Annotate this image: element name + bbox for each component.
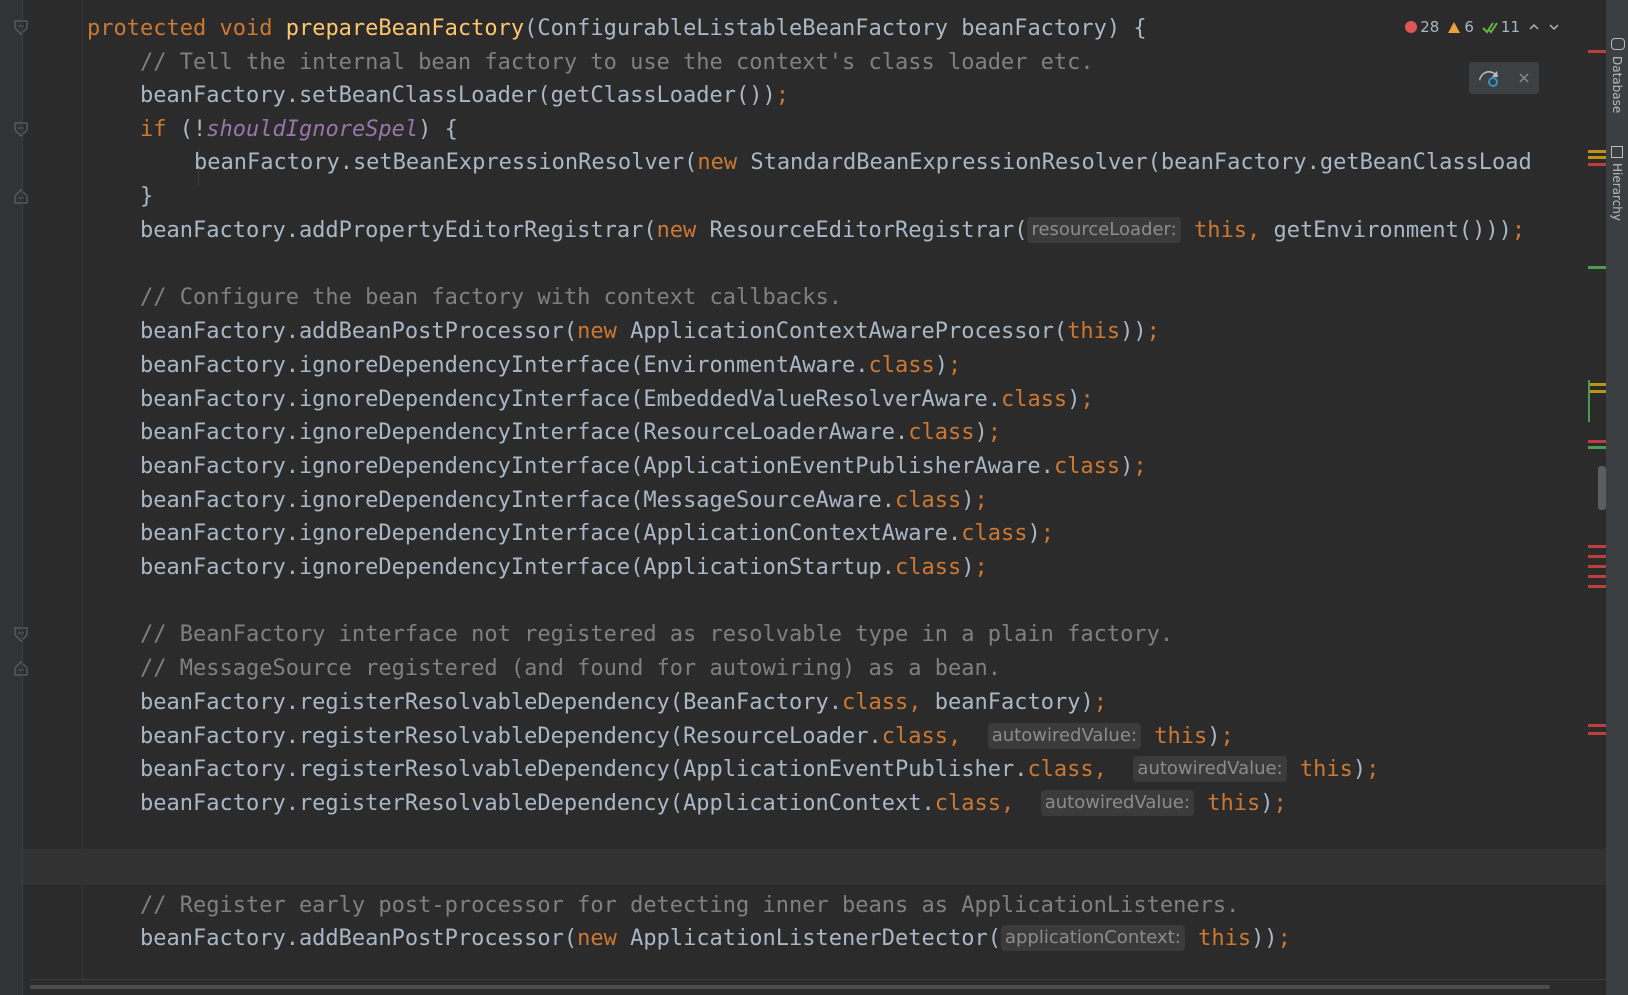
code-line[interactable]: if (!shouldIgnoreSpel) { — [23, 112, 1606, 147]
code-line[interactable]: } — [23, 179, 1606, 214]
horizontal-scroll-thumb[interactable] — [30, 985, 1550, 989]
code-line[interactable]: beanFactory.registerResolvableDependency… — [23, 752, 1606, 787]
editor-gutter — [0, 0, 28, 995]
code-line[interactable]: // Tell the internal bean factory to use… — [23, 45, 1606, 80]
errors-count[interactable]: 28 — [1405, 18, 1439, 36]
floating-notification[interactable] — [1469, 62, 1539, 94]
error-mark[interactable] — [1588, 545, 1606, 548]
database-icon[interactable] — [1611, 38, 1625, 50]
error-icon — [1405, 21, 1418, 33]
code-line[interactable]: protected void prepareBeanFactory(Config… — [23, 11, 1606, 46]
error-mark[interactable] — [1588, 565, 1606, 568]
ok-count[interactable]: 11 — [1482, 18, 1520, 36]
chevron-up-icon[interactable] — [1528, 22, 1540, 32]
change-bar[interactable] — [1588, 380, 1590, 422]
parameter-hint: applicationContext: — [1000, 925, 1185, 951]
code-line[interactable]: // BeanFactory interface not registered … — [23, 617, 1606, 652]
error-mark[interactable] — [1588, 585, 1606, 588]
error-mark[interactable] — [1588, 163, 1606, 166]
code-line[interactable]: // MessageSource registered (and found f… — [23, 651, 1606, 686]
warning-mark[interactable] — [1588, 390, 1606, 393]
warning-icon — [1448, 21, 1461, 33]
code-line[interactable]: beanFactory.ignoreDependencyInterface(En… — [23, 348, 1606, 383]
warning-mark[interactable] — [1588, 150, 1606, 153]
code-line[interactable]: beanFactory.ignoreDependencyInterface(Ap… — [23, 449, 1606, 484]
change-mark[interactable] — [1588, 446, 1606, 449]
error-mark[interactable] — [1588, 50, 1606, 53]
code-line[interactable]: // Register early post-processor for det… — [23, 888, 1606, 923]
code-line[interactable]: beanFactory.registerResolvableDependency… — [23, 786, 1606, 821]
warning-mark[interactable] — [1588, 383, 1606, 386]
maven-reload-icon[interactable] — [1478, 69, 1500, 87]
code-line[interactable]: beanFactory.ignoreDependencyInterface(Em… — [23, 382, 1606, 417]
code-line[interactable]: beanFactory.addPropertyEditorRegistrar(n… — [23, 213, 1606, 248]
error-mark[interactable] — [1588, 724, 1606, 727]
chevron-down-icon[interactable] — [1548, 22, 1560, 32]
scroll-thumb[interactable] — [1598, 466, 1606, 510]
horizontal-scrollbar[interactable] — [30, 979, 1606, 995]
code-editor[interactable]: protected void prepareBeanFactory(Config… — [23, 0, 1606, 980]
code-line[interactable]: // Configure the bean factory with conte… — [23, 280, 1606, 315]
error-mark[interactable] — [1588, 555, 1606, 558]
error-mark[interactable] — [1588, 575, 1606, 578]
parameter-hint: resourceLoader: — [1027, 217, 1181, 243]
parameter-hint: autowiredValue: — [987, 723, 1141, 749]
code-line[interactable]: beanFactory.addBeanPostProcessor(new App… — [23, 314, 1606, 349]
error-mark[interactable] — [1588, 732, 1606, 735]
hierarchy-icon[interactable] — [1611, 146, 1623, 158]
warning-mark[interactable] — [1588, 156, 1606, 159]
code-line[interactable]: beanFactory.registerResolvableDependency… — [23, 719, 1606, 754]
double-check-icon — [1482, 21, 1498, 34]
code-line[interactable]: beanFactory.setBeanClassLoader(getClassL… — [23, 78, 1606, 113]
error-mark[interactable] — [1588, 440, 1606, 443]
inspection-widget[interactable]: 28 6 11 — [1405, 12, 1560, 42]
change-mark[interactable] — [1588, 266, 1606, 269]
code-line[interactable]: beanFactory.ignoreDependencyInterface(Re… — [23, 415, 1606, 450]
code-line[interactable]: beanFactory.ignoreDependencyInterface(Ap… — [23, 516, 1606, 551]
current-line[interactable] — [23, 849, 1606, 885]
error-stripe[interactable] — [1588, 0, 1606, 980]
code-line[interactable]: beanFactory.ignoreDependencyInterface(Me… — [23, 483, 1606, 518]
warnings-count[interactable]: 6 — [1447, 18, 1474, 36]
method-name: prepareBeanFactory — [285, 16, 525, 41]
code-line[interactable]: beanFactory.registerResolvableDependency… — [23, 685, 1606, 720]
parameter-hint: autowiredValue: — [1133, 756, 1287, 782]
code-line[interactable]: beanFactory.ignoreDependencyInterface(Ap… — [23, 550, 1606, 585]
code-line[interactable]: beanFactory.addBeanPostProcessor(new App… — [23, 921, 1606, 956]
parameter-hint: autowiredValue: — [1040, 790, 1194, 816]
database-tool-window[interactable]: Database — [1610, 56, 1624, 113]
code-line[interactable]: beanFactory.setBeanExpressionResolver(ne… — [23, 145, 1606, 180]
right-tool-window-bar: Database Hierarchy — [1606, 0, 1628, 995]
hierarchy-tool-window[interactable]: Hierarchy — [1610, 163, 1624, 221]
close-icon[interactable] — [1518, 72, 1530, 84]
